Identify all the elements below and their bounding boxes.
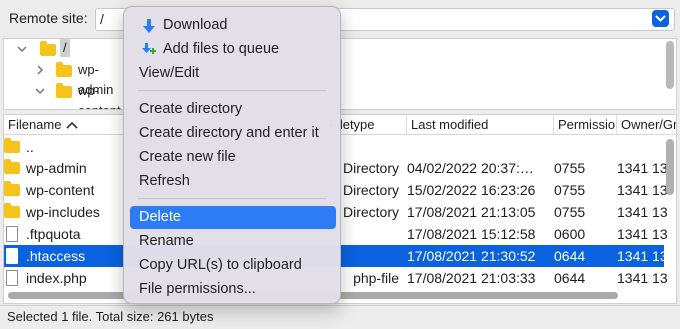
add-to-queue-icon (142, 43, 156, 54)
modified-cell: 17/08/2021 21:30:52 (407, 248, 536, 264)
menu-item-delete[interactable]: Delete (130, 206, 336, 229)
permissions-cell: 0644 (554, 248, 586, 264)
owner-cell: 1341 13 (617, 248, 668, 264)
chevron-down-icon[interactable] (34, 85, 46, 97)
filename-cell: .htaccess (26, 248, 86, 264)
column-permissions[interactable]: Permissions (554, 115, 617, 135)
permissions-cell: 0600 (554, 226, 586, 242)
filename-cell: index.php (26, 270, 87, 286)
folder-icon (4, 159, 20, 174)
filename-cell: wp-includes (26, 204, 100, 220)
folder-icon (40, 41, 56, 56)
filename-cell: .. (26, 139, 34, 155)
modified-cell: 17/08/2021 15:12:58 (407, 226, 536, 242)
filename-cell: wp-admin (26, 160, 87, 176)
context-menu: Download Add files to queue View/Edit Cr… (123, 6, 341, 304)
menu-item-create-new-file[interactable]: Create new file (130, 146, 336, 169)
chevron-down-icon (655, 15, 666, 22)
permissions-cell: 0755 (554, 160, 586, 176)
owner-cell: 1341 13 (617, 160, 668, 176)
modified-cell: 17/08/2021 21:13:05 (407, 204, 536, 220)
chevron-right-icon[interactable] (34, 64, 46, 76)
menu-item-label: Download (163, 17, 228, 33)
tree-scrollbar[interactable] (666, 41, 674, 89)
sort-ascending-icon (66, 121, 78, 129)
filename-cell: wp-content (26, 182, 95, 198)
menu-item-label: Add files to queue (163, 41, 280, 57)
column-label: Last modified (411, 117, 489, 132)
folder-icon (4, 138, 20, 153)
status-bar: Selected 1 file. Total size: 261 bytes (0, 305, 680, 329)
owner-cell: 1341 13 (617, 182, 668, 198)
menu-item-copy-url[interactable]: Copy URL(s) to clipboard (130, 254, 336, 277)
tree-item-label: wp-content (78, 83, 121, 109)
column-label: Filename (8, 117, 62, 132)
folder-icon (4, 203, 20, 218)
menu-item-refresh[interactable]: Refresh (130, 170, 336, 193)
permissions-cell: 0755 (554, 182, 586, 198)
owner-cell: 1341 13 (617, 204, 668, 220)
folder-icon (56, 62, 72, 77)
file-icon (6, 226, 18, 242)
menu-separator (138, 90, 326, 91)
menu-item-add-to-queue[interactable]: Add files to queue (130, 38, 336, 61)
owner-cell: 1341 13 (617, 270, 668, 286)
download-arrow-icon (143, 19, 155, 33)
folder-icon (56, 83, 72, 98)
file-icon (6, 270, 18, 286)
permissions-cell: 0644 (554, 270, 586, 286)
file-list-vertical-scrollbar[interactable] (666, 139, 674, 195)
column-label: Owner/Group (621, 117, 677, 132)
menu-item-view-edit[interactable]: View/Edit (130, 62, 336, 85)
menu-item-create-directory[interactable]: Create directory (130, 98, 336, 121)
menu-item-download[interactable]: Download (130, 14, 336, 37)
path-dropdown-button[interactable] (652, 10, 669, 27)
remote-site-label: Remote site: (9, 10, 88, 26)
modified-cell: 04/02/2022 20:37:… (407, 160, 534, 176)
permissions-cell: 0755 (554, 204, 586, 220)
column-last-modified[interactable]: Last modified (407, 115, 554, 135)
modified-cell: 15/02/2022 16:23:26 (407, 182, 536, 198)
menu-item-rename[interactable]: Rename (130, 230, 336, 253)
folder-icon (4, 181, 20, 196)
filename-cell: .ftpquota (26, 226, 81, 242)
column-label: Permissions (558, 117, 616, 132)
menu-item-create-directory-enter[interactable]: Create directory and enter it (130, 122, 336, 145)
menu-separator (138, 198, 326, 199)
modified-cell: 17/08/2021 21:03:33 (407, 270, 536, 286)
owner-cell: 1341 13 (617, 226, 668, 242)
column-owner-group[interactable]: Owner/Group (617, 115, 677, 135)
menu-item-file-permissions[interactable]: File permissions... (130, 278, 336, 301)
chevron-down-icon[interactable] (16, 43, 28, 55)
file-icon (6, 248, 18, 264)
tree-item-label: / (60, 39, 70, 57)
